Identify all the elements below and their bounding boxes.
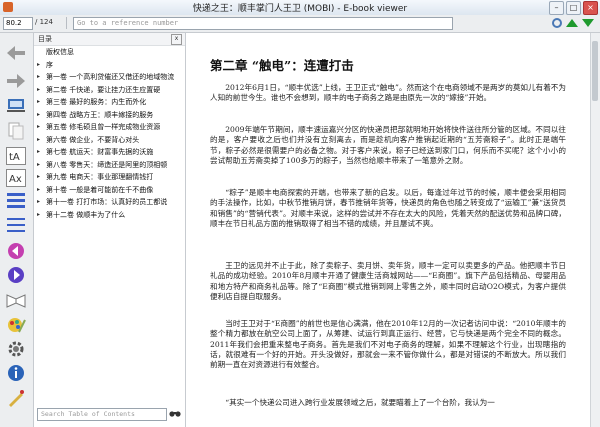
paragraph: “其实一个快递公司进入跨行业发展领域之后，就要瞄着上了一个台阶，我认为一 (225, 398, 495, 407)
toc-item[interactable]: ▸ 第十卷 一般是着可能前在千不曲像 (34, 184, 185, 197)
toolbar-separator (66, 17, 67, 29)
expand-arrow-icon[interactable]: ▸ (37, 71, 40, 84)
toc-item[interactable]: ▸ 第二卷 千快递，要让挂力还生应置硬 (34, 84, 185, 97)
reference-mode-icon[interactable] (6, 291, 26, 311)
toc-item[interactable]: ▸ 第八卷 零售天：缔造还是阿里的顶相顿 (34, 159, 185, 172)
page-number-input[interactable]: 80.2 (3, 17, 33, 30)
expand-arrow-icon[interactable]: ▸ (37, 171, 40, 184)
paragraph: “粽子”是顺丰电商探索的开端，也带来了新的启发。以后，每逢过年过节的时候，顺丰便… (210, 188, 566, 228)
paragraph: 2009年端午节期间，顺丰速运嘉兴分区的快递员把部就明地开始将快件送往所分管的区… (210, 125, 566, 165)
toc-item[interactable]: ▸ 序 (34, 59, 185, 72)
expand-arrow-icon[interactable]: ▸ (37, 196, 40, 209)
toc-item[interactable]: ▸ 第七卷 航运天：财富事先据的沃施 (34, 146, 185, 159)
toc-item[interactable]: ▸ 第三卷 最好的服务：内生而外化 (34, 96, 185, 109)
toc-item[interactable]: ▸ 第四卷 战略方王：顺丰嫁接的服务 (34, 109, 185, 122)
font-decrease-icon[interactable]: Ax (6, 168, 26, 188)
toc-title: 目录 (38, 35, 52, 43)
copy-icon[interactable] (6, 121, 26, 141)
toc-item-label: 第九卷 电商天：事业那理翻情钱打 (46, 173, 154, 181)
search-icon[interactable] (552, 18, 562, 28)
expand-arrow-icon[interactable]: ▸ (37, 159, 40, 172)
toc-item-label: 第三卷 最好的服务：内生而外化 (46, 98, 147, 106)
previous-page-icon[interactable] (6, 241, 26, 261)
svg-text:Ax: Ax (9, 174, 22, 185)
toolbar-right-controls (552, 18, 594, 28)
title-bar: 快递之王：顺丰掌门人王卫 (MOBI) - E-book viewer – □ … (0, 0, 600, 16)
toc-item[interactable]: 版权信息 (34, 46, 185, 59)
toc-item[interactable]: ▸ 第十二卷 做顺丰为了什么 (34, 209, 185, 222)
toc-item-label: 第十一卷 打打市场：认真好的员工都说 (46, 198, 168, 206)
vertical-scrollbar[interactable] (590, 33, 600, 427)
action-sidebar: tA Ax (0, 33, 34, 427)
paragraph: 王卫的远见并不止于此，除了卖粽子、卖月饼、卖年货，顺丰一定可以卖更多的产品。他把… (210, 261, 566, 301)
toc-item-label: 第六卷 做企业，不要背心对头 (46, 135, 140, 144)
library-icon[interactable] (6, 95, 26, 115)
print-icon[interactable] (6, 388, 26, 408)
toc-search-input[interactable]: Search Table of Contents (37, 408, 167, 421)
chapter-title: 第二章 “触电”：连遭打击 (210, 58, 354, 73)
previous-match-icon[interactable] (566, 19, 578, 27)
close-window-button[interactable]: × (583, 1, 598, 15)
toc-item-label: 序 (46, 60, 53, 69)
theme-icon[interactable] (6, 315, 26, 335)
expand-arrow-icon[interactable]: ▸ (37, 59, 40, 72)
next-page-icon[interactable] (6, 265, 26, 285)
svg-text:tA: tA (9, 152, 20, 163)
paragraph: 当时王卫对于“E商圈”的前世也是信心满满，他在2010年12月的一次记者访问中说… (210, 319, 566, 370)
scrollbar-thumb[interactable] (592, 41, 598, 101)
expand-arrow-icon[interactable]: ▸ (37, 109, 40, 122)
expand-arrow-icon[interactable]: ▸ (37, 184, 40, 197)
binoculars-icon[interactable] (169, 408, 181, 420)
toc-item-label: 第八卷 零售天：缔造还是阿里的顶相顿 (46, 160, 168, 169)
expand-arrow-icon[interactable]: ▸ (37, 134, 40, 147)
toc-item-label: 第七卷 航运天：财富事先据的沃施 (46, 148, 154, 156)
window-controls: – □ × (549, 1, 598, 15)
toc-item-label: 第十卷 一般是着可能前在千不曲像 (46, 185, 154, 194)
bookmark-icon[interactable] (6, 215, 26, 235)
expand-arrow-icon[interactable]: ▸ (37, 84, 40, 97)
expand-arrow-icon[interactable]: ▸ (37, 121, 40, 134)
toc-item[interactable]: ▸ 第六卷 做企业，不要背心对头 (34, 134, 185, 147)
forward-icon[interactable] (6, 71, 26, 91)
table-of-contents-panel: 目录 x 版权信息 ▸ 序 ▸ 第一卷 一个高利贷催还又借还的地域物流 ▸ 第二卷 千… (34, 33, 186, 427)
toc-list: 版权信息 ▸ 序 ▸ 第一卷 一个高利贷催还又借还的地域物流 ▸ 第二卷 千快递，要让… (34, 46, 185, 221)
minimize-button[interactable]: – (549, 1, 564, 15)
toc-header: 目录 x (34, 33, 185, 46)
book-content: 第二章 “触电”：连遭打击 2012年6月1日，“顺丰优选”上线，王卫正式“触电… (186, 33, 591, 427)
toc-item[interactable]: ▸ 第一卷 一个高利贷催还又借还的地域物流 (34, 71, 185, 84)
reference-input[interactable]: Go to a reference number (73, 17, 453, 30)
toc-item[interactable]: ▸ 第十一卷 打打市场：认真好的员工都说 (34, 196, 185, 209)
next-match-icon[interactable] (582, 19, 594, 27)
toc-item-label: 第四卷 战略方王：顺丰嫁接的服务 (46, 110, 154, 119)
toc-item-label: 第五卷 修毛硕且曾一样完成物业资源 (46, 123, 161, 131)
paragraph: 2012年6月1日，“顺丰优选”上线，王卫正式“触电”。然而这个在电商领域不是两… (210, 83, 566, 103)
toc-item[interactable]: ▸ 第九卷 电商天：事业那理翻情钱打 (34, 171, 185, 184)
toc-item-label: 第一卷 一个高利贷催还又借还的地域物流 (46, 73, 175, 81)
toc-item-label: 第二卷 千快递，要让挂力还生应置硬 (46, 85, 161, 94)
toc-item-label: 版权信息 (46, 48, 74, 56)
maximize-button[interactable]: □ (566, 1, 581, 15)
table-of-contents-icon[interactable] (6, 191, 26, 211)
toc-item-label: 第十二卷 做顺丰为了什么 (46, 210, 126, 219)
page-total: / 124 (35, 18, 53, 26)
expand-arrow-icon[interactable]: ▸ (37, 96, 40, 109)
settings-icon[interactable] (6, 339, 26, 359)
toolbar: 80.2 / 124 Go to a reference number (0, 15, 600, 33)
window-title: 快递之王：顺丰掌门人王卫 (MOBI) - E-book viewer (192, 4, 408, 14)
font-increase-icon[interactable]: tA (6, 146, 26, 166)
info-icon[interactable] (6, 363, 26, 383)
expand-arrow-icon[interactable]: ▸ (37, 146, 40, 159)
expand-arrow-icon[interactable]: ▸ (37, 209, 40, 222)
toc-close-button[interactable]: x (171, 34, 182, 45)
toc-item[interactable]: ▸ 第五卷 修毛硕且曾一样完成物业资源 (34, 121, 185, 134)
back-icon[interactable] (6, 43, 26, 63)
